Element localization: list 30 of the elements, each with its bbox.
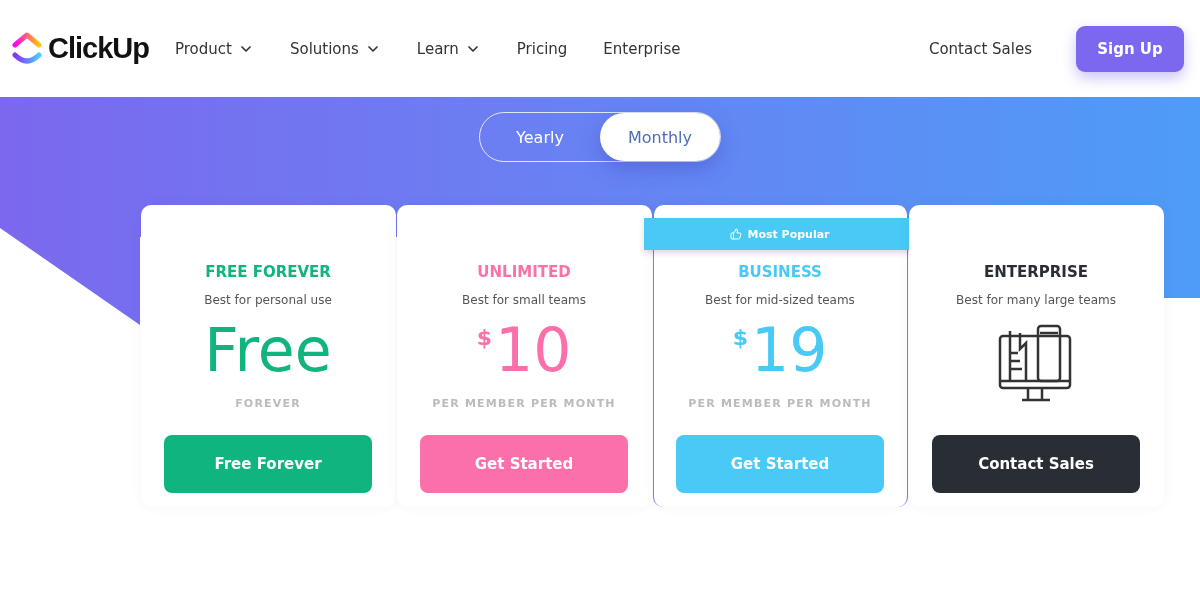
contact-sales-link[interactable]: Contact Sales — [928, 39, 1032, 58]
price-amount: Free — [204, 317, 332, 383]
billing-option[interactable]: Yearly — [480, 113, 600, 161]
logo-icon — [12, 31, 42, 66]
price-amount: 10 — [494, 317, 572, 383]
billing-period: FOREVER — [235, 397, 301, 410]
plan-subtitle: Best for small teams — [462, 293, 586, 307]
nav-link[interactable]: Enterprise — [603, 39, 681, 58]
plan-name: BUSINESS — [738, 263, 822, 281]
plan-name: UNLIMITED — [477, 263, 571, 281]
plan-name: FREE FOREVER — [205, 263, 331, 281]
plan-name: ENTERPRISE — [984, 263, 1088, 281]
plan-subtitle: Best for personal use — [204, 293, 332, 307]
ribbon-label: Most Popular — [747, 227, 830, 241]
billing-period: PER MEMBER PER MONTH — [432, 397, 616, 410]
nav-link[interactable]: Pricing — [516, 39, 568, 58]
billing-option[interactable]: Monthly — [600, 113, 720, 161]
currency-symbol: $ — [476, 325, 492, 350]
plan-subtitle: Best for many large teams — [956, 293, 1116, 307]
nav-link[interactable]: Learn — [416, 39, 481, 58]
nav-link[interactable]: Solutions — [289, 39, 381, 58]
brand-name[interactable]: ClickUp — [48, 32, 149, 65]
sign-up-button[interactable]: Sign Up — [1076, 25, 1184, 72]
billing-period: PER MEMBER PER MONTH — [688, 397, 872, 410]
price-amount: 19 — [750, 317, 828, 383]
currency-symbol: $ — [732, 325, 748, 350]
plan-subtitle: Best for mid-sized teams — [705, 293, 855, 307]
thumbs-up-icon — [730, 228, 743, 240]
plan-button[interactable]: Contact Sales — [932, 435, 1140, 493]
nav-link[interactable]: Product — [175, 39, 254, 58]
